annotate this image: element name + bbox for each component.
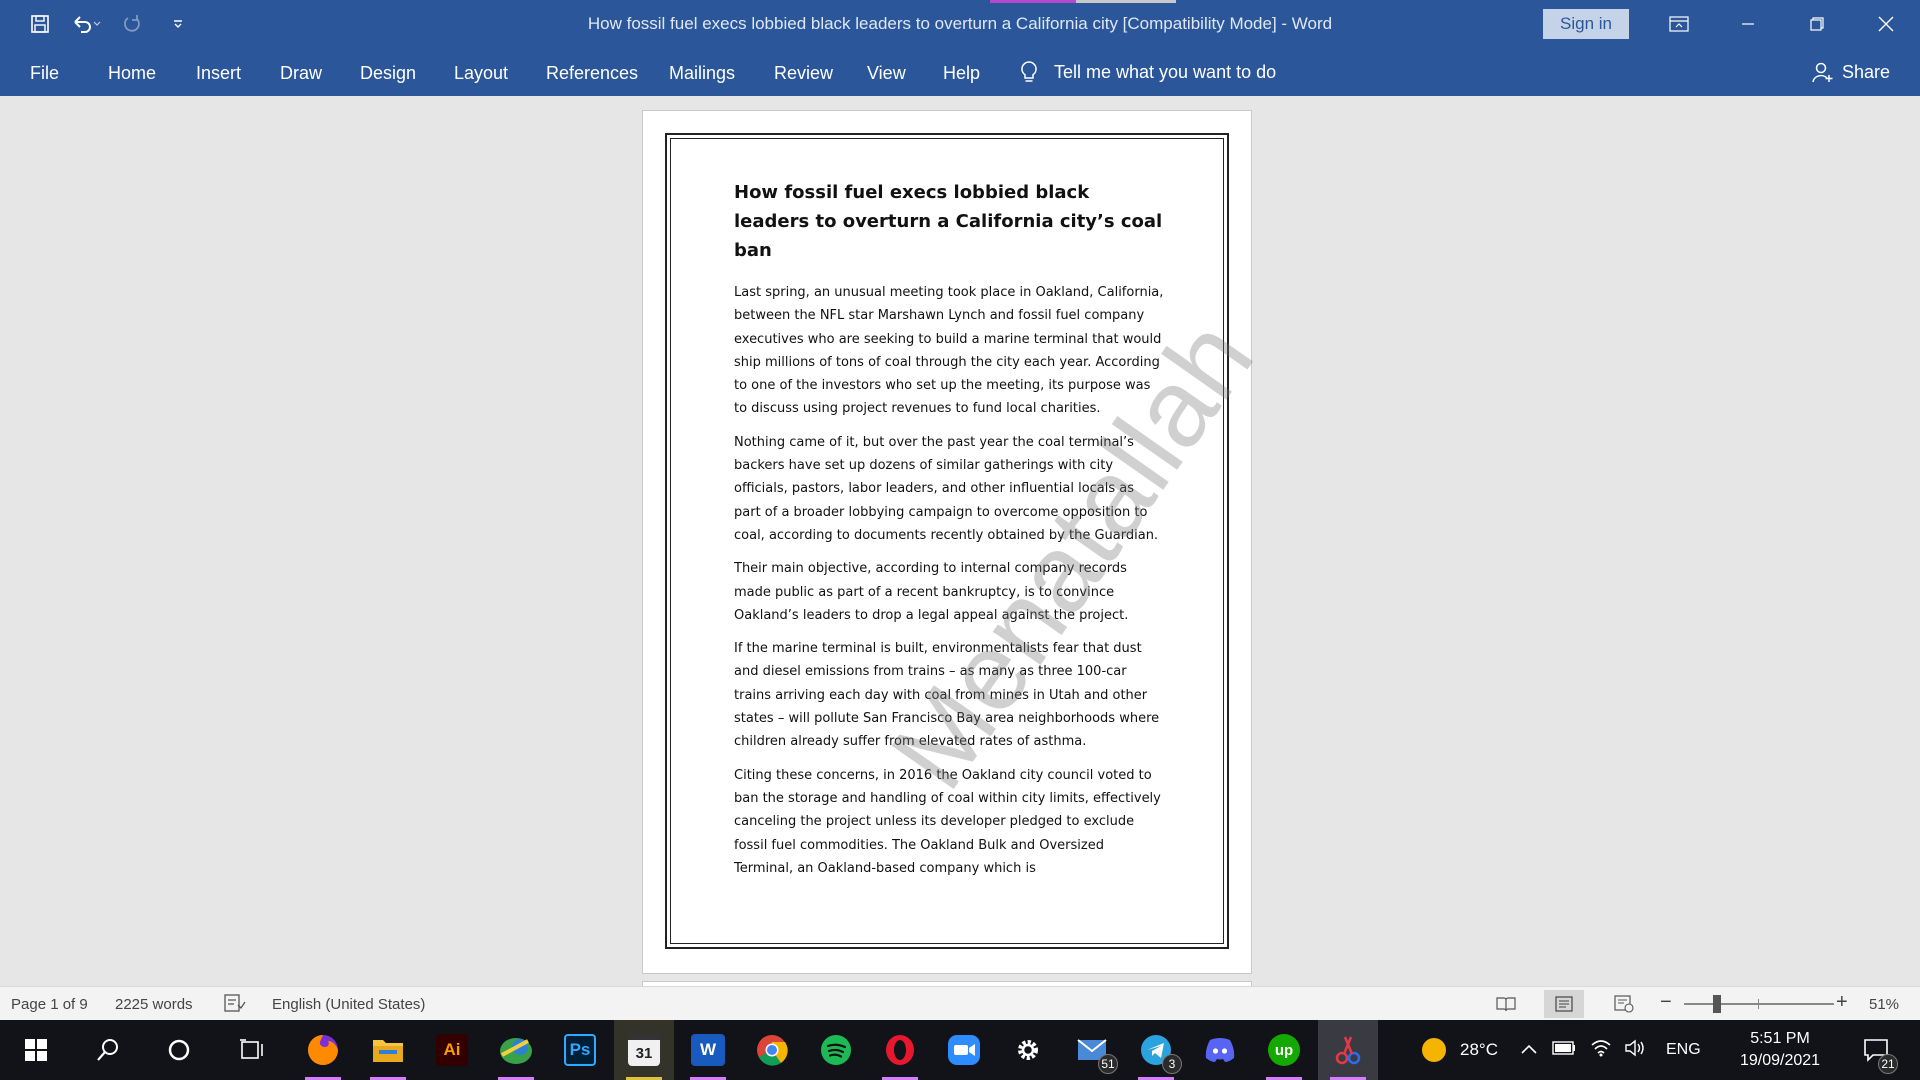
minimize-icon[interactable]: [1713, 0, 1782, 48]
tell-me-label: Tell me what you want to do: [1054, 61, 1277, 82]
search-icon[interactable]: [78, 1020, 138, 1080]
tab-references[interactable]: References: [546, 63, 638, 84]
share-button[interactable]: Share: [1812, 61, 1890, 83]
zoom-level[interactable]: 51%: [1869, 996, 1899, 1013]
person-add-icon: [1812, 62, 1833, 83]
zoom-slider-center-tick: [1758, 999, 1759, 1009]
paragraph: Nothing came of it, but over the past ye…: [734, 434, 1159, 543]
page-count[interactable]: Page 1 of 9: [11, 996, 88, 1013]
photoshop-glyph: Ps: [564, 1034, 596, 1066]
document-canvas[interactable]: How fossil fuel execs lobbied black lead…: [0, 96, 1920, 991]
tab-layout[interactable]: Layout: [454, 63, 508, 84]
zoom-meetings-icon[interactable]: [934, 1020, 994, 1080]
window-title: How fossil fuel execs lobbied black lead…: [587, 14, 1333, 33]
taskbar: Ai Ps 31 W 51 3 up 28°C ENG 5:51 PM 19/0…: [0, 1020, 1920, 1080]
zoom-slider-track[interactable]: [1684, 1003, 1834, 1005]
volume-icon[interactable]: [1624, 1039, 1646, 1062]
mail-unread-badge: 51: [1098, 1054, 1118, 1074]
clock-date: 19/09/2021: [1739, 1052, 1821, 1069]
cortana-icon[interactable]: [149, 1020, 209, 1080]
word-glyph: W: [691, 1034, 725, 1066]
tab-mailings[interactable]: Mailings: [669, 63, 735, 84]
tab-help[interactable]: Help: [943, 63, 980, 84]
discord-icon[interactable]: [1190, 1020, 1250, 1080]
weather-temperature[interactable]: 28°C: [1460, 1040, 1498, 1060]
tab-home[interactable]: Home: [108, 63, 156, 84]
calendar-glyph: 31: [628, 1034, 660, 1066]
notifications-icon[interactable]: 21: [1846, 1020, 1906, 1080]
tab-review[interactable]: Review: [774, 63, 833, 84]
spotify-icon[interactable]: [806, 1020, 866, 1080]
word-icon[interactable]: W: [678, 1020, 738, 1080]
clock-time: 5:51 PM: [1750, 1030, 1810, 1047]
opera-icon[interactable]: [870, 1020, 930, 1080]
tell-me-search[interactable]: Tell me what you want to do: [1020, 60, 1276, 84]
system-tray: 28°C ENG: [1420, 1020, 1701, 1080]
read-mode-icon[interactable]: [1486, 990, 1526, 1018]
task-view-icon[interactable]: [221, 1020, 281, 1080]
zoom-out-icon[interactable]: −: [1660, 991, 1672, 1014]
battery-icon[interactable]: [1552, 1040, 1576, 1060]
tab-file[interactable]: File: [30, 63, 59, 84]
illustrator-glyph: Ai: [436, 1034, 468, 1066]
telegram-unread-badge: 3: [1162, 1054, 1182, 1074]
accent-strip-secondary: [1076, 0, 1176, 3]
input-language[interactable]: ENG: [1666, 1041, 1701, 1059]
file-explorer-icon[interactable]: [358, 1020, 418, 1080]
restore-icon[interactable]: [1782, 0, 1851, 48]
tab-view[interactable]: View: [867, 63, 906, 84]
proofing-icon[interactable]: [224, 993, 246, 1017]
paragraph: Last spring, an unusual meeting took pla…: [734, 285, 1164, 417]
chrome-icon[interactable]: [742, 1020, 802, 1080]
clock[interactable]: 5:51 PM 19/09/2021: [1730, 1028, 1830, 1072]
paragraph: Their main objective, according to inter…: [734, 561, 1129, 623]
ribbon-display-options-icon[interactable]: [1644, 0, 1713, 48]
document-body[interactable]: How fossil fuel execs lobbied black lead…: [734, 178, 1164, 890]
sign-in-button[interactable]: Sign in: [1543, 9, 1629, 39]
weather-sun-icon[interactable]: [1420, 1036, 1448, 1064]
language-indicator[interactable]: English (United States): [272, 996, 425, 1013]
zoom-slider-thumb[interactable]: [1713, 995, 1721, 1013]
download-manager-icon[interactable]: [486, 1020, 546, 1080]
mail-icon[interactable]: 51: [1062, 1020, 1122, 1080]
tab-draw[interactable]: Draw: [280, 63, 322, 84]
title-bar: How fossil fuel execs lobbied black lead…: [0, 0, 1920, 48]
upwork-glyph: up: [1268, 1034, 1300, 1066]
status-bar: Page 1 of 9 2225 words English (United S…: [0, 986, 1920, 1020]
accent-strip: [990, 0, 1076, 3]
paragraph: If the marine terminal is built, environ…: [734, 641, 1160, 750]
document-page[interactable]: How fossil fuel execs lobbied black lead…: [642, 110, 1277, 974]
document-title: How fossil fuel execs lobbied black lead…: [734, 182, 1163, 261]
ribbon-tabs: File Home Insert Draw Design Layout Refe…: [0, 48, 1920, 96]
print-layout-icon[interactable]: [1544, 990, 1584, 1018]
lightbulb-icon: [1021, 61, 1037, 82]
photoshop-icon[interactable]: Ps: [550, 1020, 610, 1080]
tab-design[interactable]: Design: [360, 63, 416, 84]
calendar-app-icon[interactable]: 31: [614, 1020, 674, 1080]
window-controls: [1644, 0, 1920, 48]
settings-gear-icon[interactable]: [998, 1020, 1058, 1080]
windows-start-icon[interactable]: [6, 1020, 66, 1080]
close-icon[interactable]: [1851, 0, 1920, 48]
snipping-tool-icon[interactable]: [1318, 1020, 1378, 1080]
upwork-icon[interactable]: up: [1254, 1020, 1314, 1080]
wifi-icon[interactable]: [1590, 1039, 1612, 1062]
firefox-icon[interactable]: [293, 1020, 353, 1080]
word-count[interactable]: 2225 words: [115, 996, 193, 1013]
show-hidden-icons-icon[interactable]: [1520, 1040, 1538, 1060]
zoom-in-icon[interactable]: +: [1836, 991, 1848, 1014]
share-label: Share: [1842, 61, 1891, 82]
web-layout-icon[interactable]: [1604, 990, 1644, 1018]
tab-insert[interactable]: Insert: [196, 63, 241, 84]
notifications-badge: 21: [1878, 1054, 1898, 1074]
paragraph: Citing these concerns, in 2016 the Oakla…: [734, 767, 1161, 876]
telegram-icon[interactable]: 3: [1126, 1020, 1186, 1080]
illustrator-icon[interactable]: Ai: [422, 1020, 482, 1080]
